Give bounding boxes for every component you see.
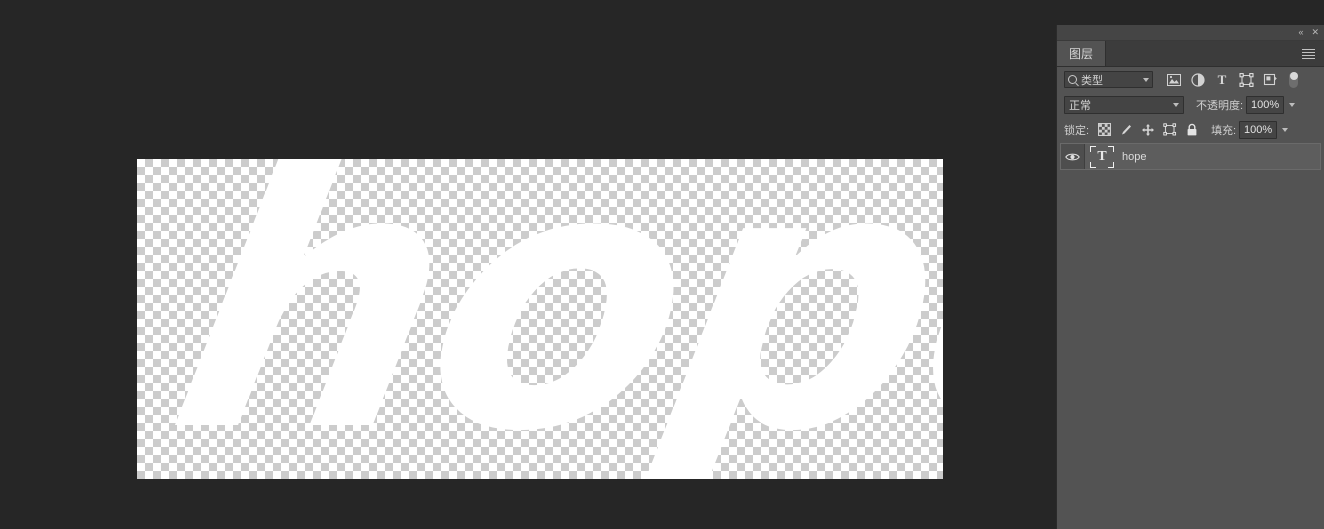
search-icon xyxy=(1068,75,1077,84)
lock-all-icon[interactable] xyxy=(1181,120,1203,139)
panel-titlebar: « ✕ xyxy=(1057,25,1324,41)
fill-label: 填充: xyxy=(1211,124,1237,137)
fill-dropdown-button[interactable] xyxy=(1277,121,1293,139)
hamburger-menu-icon xyxy=(1302,47,1315,61)
opacity-label: 不透明度: xyxy=(1196,99,1244,112)
table-row[interactable]: T hope xyxy=(1060,143,1321,170)
panel-menu-button[interactable] xyxy=(1293,41,1324,66)
chevron-down-icon xyxy=(1289,102,1296,107)
tab-layers-label: 图层 xyxy=(1069,47,1094,61)
filter-smart-object-layers-icon[interactable] xyxy=(1258,70,1282,89)
photoshop-window: hope PS爱好者 WWW.UiBQ.COM UiBQ.CoM « ✕ 图层 xyxy=(0,0,1324,529)
opacity-dropdown-button[interactable] xyxy=(1284,96,1300,114)
blend-mode-row: 正常 不透明度: 100% xyxy=(1057,92,1324,117)
filter-type-layers-icon[interactable]: T xyxy=(1210,70,1234,89)
layer-list[interactable]: T hope xyxy=(1057,142,1324,529)
blend-mode-select[interactable]: 正常 xyxy=(1064,95,1184,114)
layer-visibility-toggle[interactable] xyxy=(1061,144,1085,169)
filter-enable-toggle[interactable] xyxy=(1288,70,1299,89)
tab-layers[interactable]: 图层 xyxy=(1057,41,1107,66)
layer-filter-row: 类型 T xyxy=(1057,67,1324,92)
chevron-down-icon xyxy=(1282,127,1289,132)
lock-image-pixels-icon[interactable] xyxy=(1115,120,1137,139)
document-canvas[interactable]: hope xyxy=(137,159,943,479)
filter-type-select[interactable]: 类型 xyxy=(1064,71,1153,88)
close-icon[interactable]: ✕ xyxy=(1311,28,1319,37)
type-layer-thumbnail-icon[interactable]: T xyxy=(1090,145,1114,169)
collapse-panel-icon[interactable]: « xyxy=(1298,28,1303,37)
layer-thumbnail-letter: T xyxy=(1097,148,1107,164)
lock-transparent-pixels-icon[interactable] xyxy=(1093,120,1115,139)
chevron-down-icon xyxy=(1143,77,1149,82)
lock-artboard-nesting-icon[interactable] xyxy=(1159,120,1181,139)
filter-icon-group: T xyxy=(1162,70,1282,89)
opacity-input[interactable]: 100% xyxy=(1246,95,1285,114)
filter-adjustment-layers-icon[interactable] xyxy=(1186,70,1210,89)
filter-type-label: 类型 xyxy=(1081,74,1103,87)
eye-icon xyxy=(1065,153,1080,160)
canvas-text-hope: hope xyxy=(147,159,943,479)
lock-position-icon[interactable] xyxy=(1137,120,1159,139)
lock-row: 锁定: 填充: 100% xyxy=(1057,117,1324,142)
canvas-area[interactable]: hope xyxy=(0,0,1056,529)
panel-tabbar: 图层 xyxy=(1057,41,1324,67)
lock-label: 锁定: xyxy=(1064,124,1090,137)
layer-name-label: hope xyxy=(1122,150,1147,163)
lock-icon-group xyxy=(1093,120,1203,139)
svg-text:T: T xyxy=(1218,73,1227,86)
filter-pixel-layers-icon[interactable] xyxy=(1162,70,1186,89)
filter-shape-layers-icon[interactable] xyxy=(1234,70,1258,89)
chevron-down-icon xyxy=(1173,102,1179,107)
fill-input[interactable]: 100% xyxy=(1239,120,1278,139)
layers-panel: « ✕ 图层 类型 T 正常 不透明度: 100% 锁定: 填充: 100% T… xyxy=(1056,25,1324,529)
blend-mode-label: 正常 xyxy=(1069,99,1091,112)
